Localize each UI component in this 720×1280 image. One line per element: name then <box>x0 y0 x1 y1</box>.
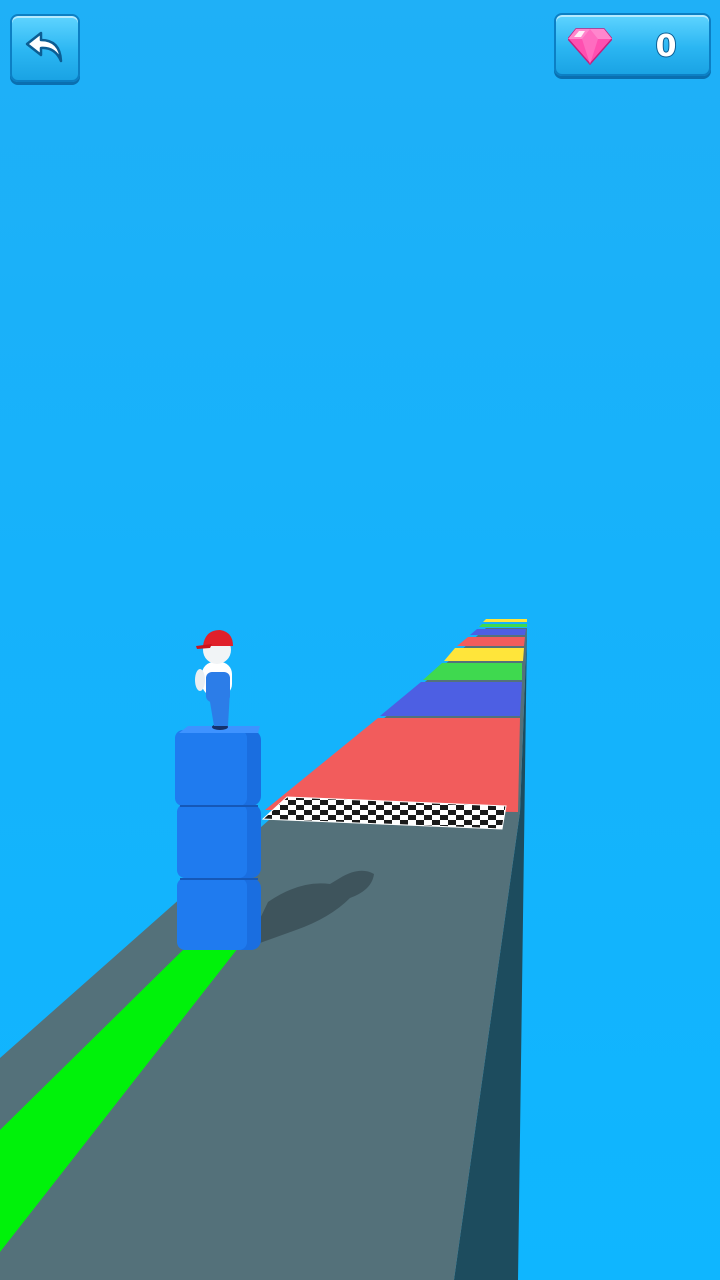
color-band-green <box>423 663 522 680</box>
gem-count-value: 0 <box>655 28 678 65</box>
color-band-yellow <box>444 648 524 661</box>
player-arm <box>195 669 205 691</box>
color-band-blue-2 <box>470 629 526 635</box>
back-button[interactable] <box>10 14 80 82</box>
color-band-green-2 <box>479 624 527 627</box>
player-overalls <box>206 672 230 702</box>
diamond-gem-icon <box>568 28 612 65</box>
cube-stack <box>175 726 261 950</box>
color-band-blue <box>380 682 522 716</box>
color-band-red-2 <box>457 637 525 646</box>
gem-counter: 0 <box>554 13 711 76</box>
game-screen: 0 <box>0 0 720 1280</box>
player-red-cap <box>203 630 233 646</box>
game-scene <box>0 619 527 1280</box>
undo-arrow-icon <box>25 31 63 63</box>
color-band-yellow-2 <box>483 619 527 622</box>
player-character <box>195 630 233 730</box>
